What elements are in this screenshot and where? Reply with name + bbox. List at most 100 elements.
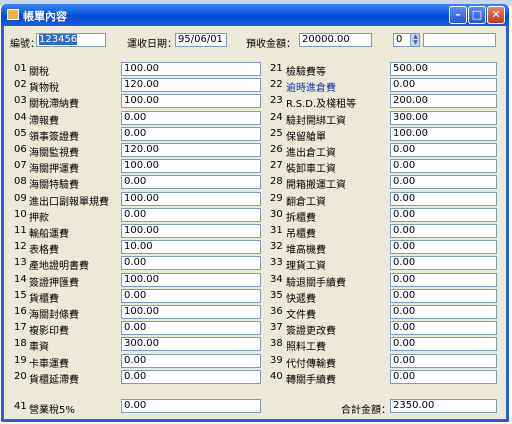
fee-code: 04 <box>14 111 27 123</box>
fee-code: 22 <box>270 79 283 91</box>
fee-code: 17 <box>14 322 27 334</box>
fee-label: 理貨工資 <box>286 261 326 273</box>
spinner-buttons[interactable]: ▲ ▼ <box>410 34 419 46</box>
number-field[interactable]: 123456 <box>36 33 106 47</box>
fee-amount-field[interactable]: 100.00 <box>121 94 261 109</box>
fee-amount-field[interactable]: 100.00 <box>121 272 261 287</box>
fee-amount-field[interactable]: 0.00 <box>121 126 261 141</box>
fee-label: 押款 <box>29 212 49 224</box>
fee-amount-field[interactable]: 100.00 <box>121 191 261 206</box>
fee-amount-field[interactable]: 0.00 <box>390 288 497 303</box>
spinner-extra-field[interactable] <box>423 33 496 47</box>
tax-label: 營業稅5% <box>29 405 75 416</box>
fee-amount-field[interactable]: 0.00 <box>390 337 497 352</box>
fee-amount-field[interactable]: 100.00 <box>121 62 261 76</box>
maximize-button[interactable]: □ <box>468 6 486 24</box>
fee-label: 吊櫃費 <box>286 229 316 240</box>
fee-code: 30 <box>270 208 283 220</box>
maximize-icon: □ <box>471 8 483 21</box>
fee-label: 快遞費 <box>286 293 316 305</box>
fee-amount-field[interactable]: 0.00 <box>121 288 261 303</box>
fee-amount-field[interactable]: 0.00 <box>390 369 497 384</box>
fee-label: 產地證明書費 <box>29 261 89 273</box>
tax-field[interactable]: 0.00 <box>121 399 261 413</box>
fee-label: 檢驗費等 <box>286 67 326 78</box>
fee-amount-field[interactable]: 100.00 <box>121 224 261 238</box>
fee-label: 貨櫃費 <box>29 293 59 305</box>
fee-code: 13 <box>14 257 27 269</box>
fee-code: 06 <box>14 144 27 155</box>
fee-code: 36 <box>270 306 283 317</box>
fee-label: 進出口副報單規費 <box>29 196 109 208</box>
window-title: 帳單內容 <box>23 10 67 23</box>
date-label: 運收日期： <box>127 39 177 50</box>
fee-amount-field[interactable]: 120.00 <box>121 78 261 93</box>
fee-amount-field[interactable]: 120.00 <box>121 143 261 157</box>
fee-amount-field[interactable]: 0.00 <box>390 305 497 319</box>
fee-amount-field[interactable]: 0.00 <box>390 272 497 287</box>
dialog-window: 帳單內容 – □ ✕ 編號： 123456 運收日期： 95/06/01 預收金… <box>1 4 509 422</box>
fee-code: 33 <box>270 257 283 269</box>
fee-code: 25 <box>270 127 283 139</box>
total-field[interactable]: 2350.00 <box>390 399 497 413</box>
fee-code: 18 <box>14 338 27 350</box>
fee-label: 海關封條費 <box>29 310 79 321</box>
fee-code: 01 <box>14 63 27 74</box>
fee-amount-field[interactable]: 300.00 <box>121 337 261 352</box>
fee-amount-field[interactable]: 100.00 <box>390 126 497 141</box>
total-label: 合計金額： <box>341 405 391 416</box>
fee-label: 文件費 <box>286 310 316 321</box>
fee-label: 海關特驗費 <box>29 180 79 192</box>
fee-amount-field[interactable]: 300.00 <box>390 110 497 125</box>
fee-amount-field[interactable]: 0.00 <box>121 353 261 368</box>
fee-amount-field[interactable]: 10.00 <box>121 240 261 255</box>
spin-down-icon[interactable]: ▼ <box>411 40 419 46</box>
close-button[interactable]: ✕ <box>487 6 505 24</box>
fee-label: 代付傳輸費 <box>286 358 336 370</box>
fee-amount-field[interactable]: 0.00 <box>121 110 261 125</box>
fee-code: 27 <box>270 160 283 172</box>
spinner-field[interactable]: 0 ▲ ▼ <box>393 33 420 47</box>
fee-label: 驗退關手續費 <box>286 277 346 289</box>
fee-code: 21 <box>270 63 283 74</box>
fee-amount-field[interactable]: 0.00 <box>390 159 497 174</box>
fee-label: 逾時進倉費 <box>286 83 336 95</box>
fee-amount-field[interactable]: 0.00 <box>121 256 261 271</box>
fee-label: 輸船運費 <box>29 229 69 240</box>
date-field[interactable]: 95/06/01 <box>175 33 227 47</box>
fee-code: 20 <box>14 370 27 382</box>
fee-amount-field[interactable]: 200.00 <box>390 94 497 109</box>
minimize-icon: – <box>455 8 461 21</box>
fee-label: 貨櫃延滯費 <box>29 374 79 386</box>
fee-amount-field[interactable]: 0.00 <box>121 207 261 222</box>
fee-amount-field[interactable]: 500.00 <box>390 62 497 76</box>
fee-amount-field[interactable]: 0.00 <box>390 256 497 271</box>
fee-amount-field[interactable]: 0.00 <box>121 175 261 190</box>
fee-amount-field[interactable]: 0.00 <box>390 321 497 336</box>
fee-code: 38 <box>270 338 283 350</box>
fee-amount-field[interactable]: 0.00 <box>390 353 497 368</box>
fee-label: 保留艙單 <box>286 131 326 143</box>
fee-label: 簽證更改費 <box>286 326 336 338</box>
fee-code: 16 <box>14 306 27 317</box>
fee-amount-field[interactable]: 100.00 <box>121 305 261 319</box>
fee-label: 海關監視費 <box>29 148 79 159</box>
prepaid-field[interactable]: 20000.00 <box>299 33 372 47</box>
fee-code: 05 <box>14 127 27 139</box>
fee-code: 35 <box>270 289 283 301</box>
title-bar[interactable]: 帳單內容 – □ ✕ <box>1 4 509 26</box>
fee-amount-field[interactable]: 0.00 <box>390 78 497 93</box>
minimize-button[interactable]: – <box>449 6 467 24</box>
fee-label: 翻倉工資 <box>286 196 326 208</box>
fee-amount-field[interactable]: 0.00 <box>390 191 497 206</box>
fee-label: 海關押運費 <box>29 164 79 176</box>
fee-amount-field[interactable]: 0.00 <box>390 224 497 238</box>
prepaid-label: 預收金額： <box>246 39 296 50</box>
fee-amount-field[interactable]: 0.00 <box>390 143 497 157</box>
fee-amount-field[interactable]: 0.00 <box>390 240 497 255</box>
fee-amount-field[interactable]: 0.00 <box>121 321 261 336</box>
fee-amount-field[interactable]: 100.00 <box>121 159 261 174</box>
fee-amount-field[interactable]: 0.00 <box>390 175 497 190</box>
fee-amount-field[interactable]: 0.00 <box>390 207 497 222</box>
fee-amount-field[interactable]: 0.00 <box>121 369 261 384</box>
